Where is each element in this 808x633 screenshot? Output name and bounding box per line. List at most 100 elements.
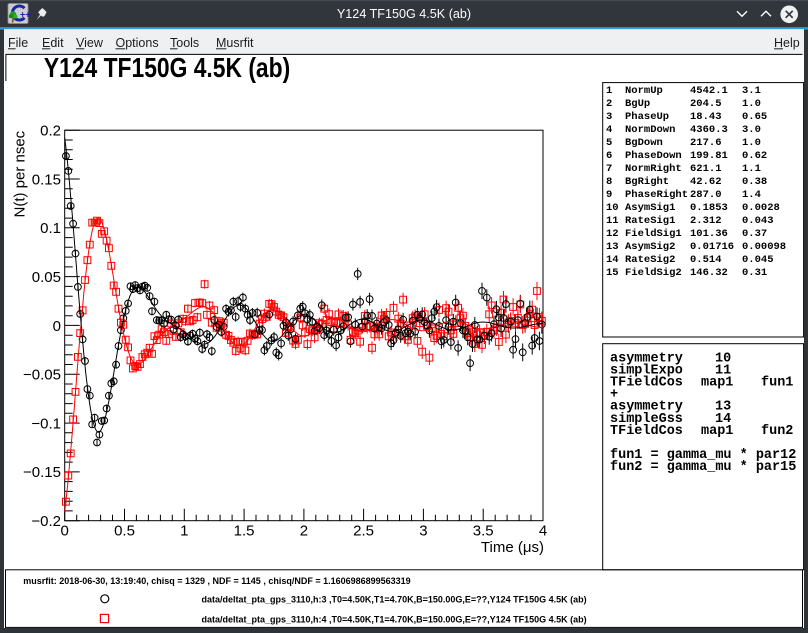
svg-text:6: 6 <box>606 150 612 162</box>
svg-text:musrfit: 2018-06-30, 13:19:40,: musrfit: 2018-06-30, 13:19:40, chisq = 1… <box>23 576 410 586</box>
svg-text:0.31: 0.31 <box>742 267 767 279</box>
svg-text:0.1: 0.1 <box>40 220 61 237</box>
svg-text:RateSig2: RateSig2 <box>625 254 675 266</box>
svg-text:NormDown: NormDown <box>625 124 675 136</box>
svg-text:15: 15 <box>606 267 619 279</box>
svg-text:7: 7 <box>606 163 612 175</box>
svg-text:2: 2 <box>606 98 612 110</box>
svg-text:0.62: 0.62 <box>742 150 767 162</box>
svg-text:2: 2 <box>300 523 308 540</box>
svg-text:0.15: 0.15 <box>32 171 61 188</box>
svg-text:4542.1: 4542.1 <box>690 85 728 97</box>
svg-text:3: 3 <box>419 523 427 540</box>
svg-text:0.38: 0.38 <box>742 176 767 188</box>
svg-text:BgUp: BgUp <box>625 98 650 110</box>
svg-text:0.01716: 0.01716 <box>690 241 734 253</box>
svg-text:3.0: 3.0 <box>742 124 761 136</box>
svg-text:BgDown: BgDown <box>625 137 663 149</box>
svg-text:FieldSig1: FieldSig1 <box>625 228 682 240</box>
svg-text:data/deltat_pta_gps_3110,h:3 ,: data/deltat_pta_gps_3110,h:3 ,T0=4.50K,T… <box>202 594 587 604</box>
svg-text:Y124 TF150G 4.5K (ab): Y124 TF150G 4.5K (ab) <box>44 53 290 84</box>
svg-text:−0.05: −0.05 <box>23 367 61 384</box>
svg-text:map1: map1 <box>701 424 733 439</box>
svg-text:3.5: 3.5 <box>473 523 494 540</box>
svg-text:13: 13 <box>606 241 619 253</box>
svg-text:NormRight: NormRight <box>625 163 682 175</box>
svg-text:287.0: 287.0 <box>690 189 722 201</box>
svg-text:−0.15: −0.15 <box>23 464 61 481</box>
svg-text:621.1: 621.1 <box>690 163 722 175</box>
svg-text:3.1: 3.1 <box>742 85 761 97</box>
svg-text:0.514: 0.514 <box>690 254 722 266</box>
svg-text:PhaseRight: PhaseRight <box>625 189 688 201</box>
svg-text:PhaseDown: PhaseDown <box>625 150 682 162</box>
svg-text:3: 3 <box>606 111 612 123</box>
svg-text:4: 4 <box>539 523 547 540</box>
svg-text:5: 5 <box>606 137 612 149</box>
svg-text:fun1: fun1 <box>761 376 793 391</box>
svg-text:fun2: fun2 <box>761 424 793 439</box>
svg-text:PhaseUp: PhaseUp <box>625 111 669 123</box>
svg-text:4360.3: 4360.3 <box>690 124 728 136</box>
svg-text:1: 1 <box>180 523 188 540</box>
svg-text:Musrfit: Musrfit <box>216 36 254 50</box>
svg-text:NormUp: NormUp <box>625 85 663 97</box>
svg-text:204.5: 204.5 <box>690 98 722 110</box>
svg-text:9: 9 <box>606 189 612 201</box>
svg-text:Edit: Edit <box>42 36 64 50</box>
svg-text:TFieldCos: TFieldCos <box>610 376 683 391</box>
svg-text:0.2: 0.2 <box>40 123 61 140</box>
svg-text:Time (μs): Time (μs) <box>481 539 544 556</box>
svg-text:1: 1 <box>606 85 612 97</box>
svg-text:10: 10 <box>606 202 619 214</box>
svg-text:11: 11 <box>606 215 619 227</box>
svg-text:map1: map1 <box>701 376 733 391</box>
svg-text:1.0: 1.0 <box>742 98 761 110</box>
svg-text:0.045: 0.045 <box>742 254 774 266</box>
svg-text:2.5: 2.5 <box>353 523 374 540</box>
svg-text:0.5: 0.5 <box>114 523 135 540</box>
svg-text:217.6: 217.6 <box>690 137 722 149</box>
svg-text:File: File <box>8 36 28 50</box>
svg-text:Tools: Tools <box>170 36 199 50</box>
svg-text:0: 0 <box>53 318 61 335</box>
svg-text:101.36: 101.36 <box>690 228 728 240</box>
svg-text:0.65: 0.65 <box>742 111 767 123</box>
svg-text:0.1853: 0.1853 <box>690 202 728 214</box>
svg-text:AsymSig2: AsymSig2 <box>625 241 675 253</box>
svg-text:++: ++ <box>20 10 31 20</box>
svg-text:146.32: 146.32 <box>690 267 728 279</box>
svg-text:fun2 = gamma_mu * par15: fun2 = gamma_mu * par15 <box>610 460 796 475</box>
svg-text:18.43: 18.43 <box>690 111 722 123</box>
svg-text:0: 0 <box>61 523 69 540</box>
svg-text:2.312: 2.312 <box>690 215 722 227</box>
svg-text:N(t) per nsec: N(t) per nsec <box>12 130 29 217</box>
svg-text:data/deltat_pta_gps_3110,h:4 ,: data/deltat_pta_gps_3110,h:4 ,T0=4.50K,T… <box>202 615 587 625</box>
svg-text:1.4: 1.4 <box>742 189 761 201</box>
svg-text:1.5: 1.5 <box>234 523 255 540</box>
svg-text:4: 4 <box>606 124 612 136</box>
svg-text:0.37: 0.37 <box>742 228 767 240</box>
svg-text:199.81: 199.81 <box>690 150 728 162</box>
svg-text:1.1: 1.1 <box>742 163 761 175</box>
svg-text:View: View <box>76 36 104 50</box>
svg-text:0.05: 0.05 <box>32 269 61 286</box>
svg-text:AsymSig1: AsymSig1 <box>625 202 675 214</box>
svg-text:0.00098: 0.00098 <box>742 241 786 253</box>
svg-text:−0.1: −0.1 <box>31 415 61 432</box>
svg-text:14: 14 <box>606 254 619 266</box>
svg-text:RateSig1: RateSig1 <box>625 215 675 227</box>
svg-text:−0.2: −0.2 <box>31 513 61 530</box>
svg-text:8: 8 <box>606 176 612 188</box>
svg-text:Help: Help <box>774 36 800 50</box>
svg-text:TFieldCos: TFieldCos <box>610 424 683 439</box>
svg-text:0.043: 0.043 <box>742 215 774 227</box>
svg-text:12: 12 <box>606 228 619 240</box>
svg-text:FieldSig2: FieldSig2 <box>625 267 682 279</box>
svg-text:Options: Options <box>116 36 159 50</box>
svg-text:0.0028: 0.0028 <box>742 202 780 214</box>
svg-text:BgRight: BgRight <box>625 176 669 188</box>
svg-text:1.0: 1.0 <box>742 137 761 149</box>
svg-text:Y124 TF150G 4.5K (ab): Y124 TF150G 4.5K (ab) <box>337 7 471 21</box>
svg-text:42.62: 42.62 <box>690 176 722 188</box>
